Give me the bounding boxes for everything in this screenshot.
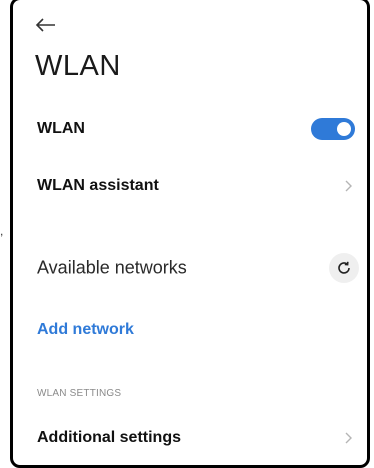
arrow-left-icon bbox=[35, 18, 55, 32]
section-header-wlan-settings: WLAN SETTINGS bbox=[37, 388, 122, 399]
wlan-label: WLAN bbox=[37, 120, 85, 137]
additional-settings-row[interactable]: Additional settings bbox=[13, 416, 367, 460]
wlan-assistant-row[interactable]: WLAN assistant bbox=[13, 164, 367, 208]
refresh-button[interactable] bbox=[329, 253, 359, 283]
available-networks-label: Available networks bbox=[37, 257, 187, 278]
page-title: WLAN bbox=[35, 50, 121, 82]
refresh-icon bbox=[338, 261, 350, 274]
toggle-knob bbox=[337, 122, 351, 136]
wlan-toggle[interactable] bbox=[311, 118, 355, 140]
available-networks-row: Available networks bbox=[13, 246, 367, 290]
wlan-toggle-row[interactable]: WLAN bbox=[13, 107, 367, 151]
back-button[interactable] bbox=[35, 16, 57, 34]
add-network-row[interactable]: Add network bbox=[13, 308, 367, 352]
screenshot-canvas: , WLAN WLAN WLAN assistant Available net… bbox=[0, 0, 374, 468]
chevron-right-icon bbox=[345, 432, 352, 444]
add-network-link[interactable]: Add network bbox=[37, 321, 134, 339]
phone-frame: WLAN WLAN WLAN assistant Available netwo… bbox=[10, 0, 370, 468]
wlan-assistant-label: WLAN assistant bbox=[37, 177, 159, 194]
chevron-right-icon bbox=[345, 180, 352, 192]
additional-settings-label: Additional settings bbox=[37, 429, 181, 446]
side-mark: , bbox=[0, 224, 4, 238]
